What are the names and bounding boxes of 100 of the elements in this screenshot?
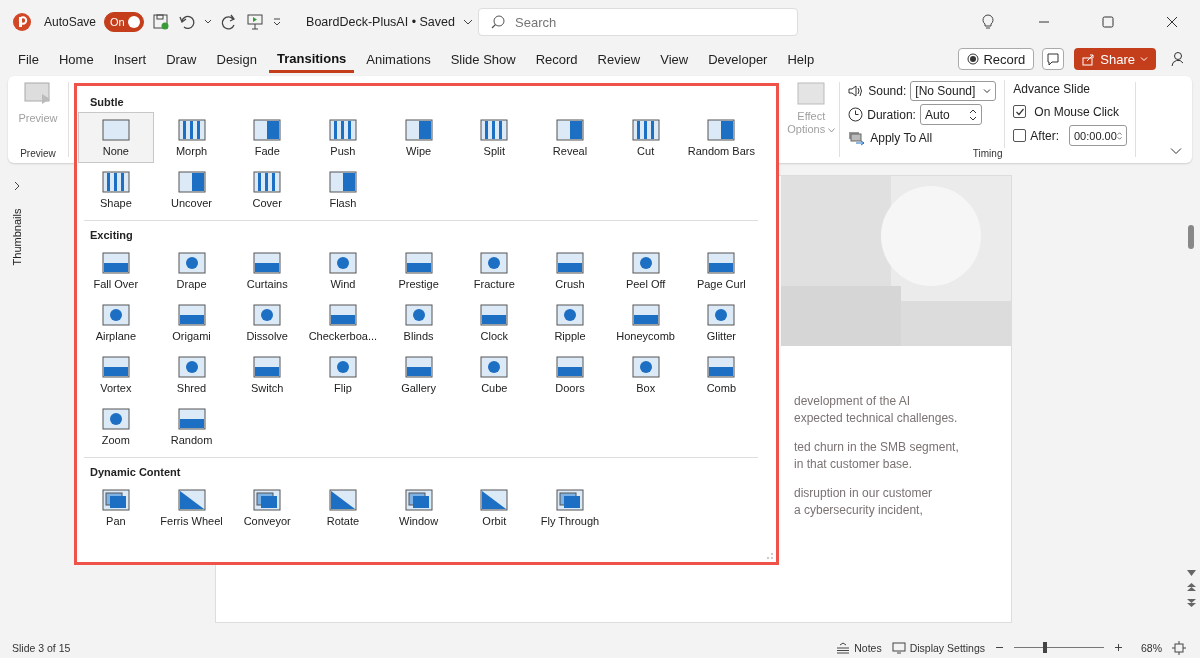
undo-icon[interactable]	[178, 13, 197, 31]
transition-option[interactable]: Ripple	[532, 297, 608, 348]
previous-slide-icon[interactable]	[1186, 583, 1196, 592]
transition-option[interactable]: Ferris Wheel	[153, 482, 230, 533]
slide-transition-icon	[631, 355, 660, 378]
menu-tab[interactable]: Slide Show	[442, 45, 524, 73]
transition-option[interactable]: Random Bars	[683, 112, 760, 163]
caret-icon[interactable]	[462, 17, 473, 27]
expand-icon[interactable]	[13, 181, 21, 191]
comments-button[interactable]	[1042, 48, 1065, 70]
transition-option[interactable]: Switch	[229, 349, 306, 400]
transition-option[interactable]: Comb	[683, 349, 760, 400]
transition-option[interactable]: Fall Over	[78, 245, 154, 296]
menu-tab[interactable]: Developer	[700, 45, 776, 73]
transition-option[interactable]: Pan	[78, 482, 154, 533]
transition-option[interactable]: Page Curl	[683, 245, 760, 296]
transition-option[interactable]: Prestige	[380, 245, 457, 296]
sound-dropdown[interactable]: [No Sound]	[910, 80, 997, 101]
record-button[interactable]: Record	[958, 48, 1035, 70]
slide-transition-icon	[480, 118, 509, 141]
transition-option[interactable]: Clock	[456, 297, 533, 348]
menu-tab[interactable]: File	[10, 45, 47, 73]
close-icon[interactable]	[1166, 16, 1178, 28]
menu-tab[interactable]: Review	[589, 45, 649, 73]
transition-option[interactable]: Peel Off	[607, 245, 684, 296]
save-icon[interactable]	[152, 13, 171, 31]
transition-option[interactable]: Fade	[229, 112, 306, 163]
transition-option[interactable]: Split	[456, 112, 533, 163]
autosave-toggle[interactable]: On	[104, 12, 145, 32]
transition-option[interactable]: Push	[305, 112, 381, 163]
transition-option[interactable]: Flip	[305, 349, 381, 400]
share-button[interactable]: Share	[1074, 48, 1156, 70]
transition-option[interactable]: Glitter	[683, 297, 760, 348]
transition-option[interactable]: Drape	[153, 245, 230, 296]
on-mouse-click-checkbox[interactable]: On Mouse Click	[1013, 101, 1127, 122]
menu-tab[interactable]: Animations	[358, 45, 439, 73]
transition-option[interactable]: None	[78, 112, 154, 163]
transition-option[interactable]: Fly Through	[532, 482, 608, 533]
thumbnails-pane-label[interactable]: Thumbnails	[11, 208, 23, 266]
zoom-in-icon[interactable]	[1114, 643, 1123, 652]
after-checkbox[interactable]: After:	[1013, 128, 1059, 143]
transition-option[interactable]: Box	[607, 349, 684, 400]
document-title[interactable]: BoardDeck-PlusAI • Saved	[306, 15, 455, 29]
transition-option[interactable]: Wipe	[380, 112, 457, 163]
transition-option[interactable]: Uncover	[153, 164, 230, 215]
resize-grip-icon[interactable]	[765, 551, 773, 559]
menu-tab[interactable]: View	[652, 45, 697, 73]
slide-transition-icon	[480, 488, 509, 511]
transition-option[interactable]: Blinds	[380, 297, 457, 348]
menu-tab[interactable]: Insert	[105, 45, 155, 73]
lightbulb-icon[interactable]	[980, 14, 996, 30]
presentation-icon[interactable]	[246, 13, 265, 31]
menu-tab[interactable]: Help	[779, 45, 823, 73]
menu-tab[interactable]: Draw	[158, 45, 205, 73]
transition-option[interactable]: Origami	[153, 297, 230, 348]
transition-option[interactable]: Flash	[305, 164, 381, 215]
transition-option[interactable]: Vortex	[78, 349, 154, 400]
transition-option[interactable]: Cube	[456, 349, 533, 400]
display-settings-button[interactable]: Display Settings	[891, 641, 985, 654]
transition-option[interactable]: Random	[153, 401, 230, 452]
transition-option[interactable]: Shape	[78, 164, 154, 215]
transition-option[interactable]: Wind	[305, 245, 381, 296]
transition-option[interactable]: Shred	[153, 349, 230, 400]
after-time-field[interactable]: 00:00.00	[1069, 125, 1127, 146]
scroll-down-icon[interactable]	[1186, 570, 1196, 577]
next-slide-icon[interactable]	[1186, 598, 1196, 607]
transition-option[interactable]: Dissolve	[229, 297, 306, 348]
caret-icon[interactable]	[204, 18, 213, 26]
duration-field[interactable]: Auto	[919, 104, 982, 125]
notes-button[interactable]: Notes	[836, 641, 882, 654]
scrollbar-thumb[interactable]	[1188, 225, 1194, 249]
transition-option[interactable]: Honeycomb	[607, 297, 684, 348]
transition-option[interactable]: Conveyor	[229, 482, 306, 533]
menu-tab[interactable]: Transitions	[268, 45, 355, 73]
transition-option[interactable]: Zoom	[78, 401, 154, 452]
customize-caret-icon[interactable]	[272, 17, 283, 27]
menu-tab[interactable]: Record	[527, 45, 586, 73]
zoom-percentage[interactable]: 68%	[1141, 641, 1162, 654]
transition-option[interactable]: Rotate	[305, 482, 381, 533]
transition-option[interactable]: Morph	[153, 112, 230, 163]
transition-option[interactable]: Cut	[607, 112, 684, 163]
transition-option[interactable]: Doors	[532, 349, 608, 400]
transition-option[interactable]: Cover	[229, 164, 306, 215]
spinner-icon[interactable]	[968, 107, 977, 122]
menu-tab[interactable]: Home	[50, 45, 102, 73]
collapse-ribbon-icon[interactable]	[1170, 147, 1182, 155]
transition-option[interactable]: Fracture	[456, 245, 533, 296]
search-field[interactable]: Search	[478, 8, 798, 36]
fit-slide-icon[interactable]	[1172, 640, 1186, 655]
transition-option[interactable]: Curtains	[229, 245, 306, 296]
transition-option[interactable]: Window	[380, 482, 457, 533]
menu-tab[interactable]: Design	[208, 45, 265, 73]
transition-option[interactable]: Reveal	[532, 112, 608, 163]
apply-to-all-button[interactable]: Apply To All	[848, 128, 997, 148]
transition-option[interactable]: Gallery	[380, 349, 457, 400]
transition-option[interactable]: Orbit	[456, 482, 533, 533]
transition-option[interactable]: Airplane	[78, 297, 154, 348]
transition-option[interactable]: Crush	[532, 245, 608, 296]
maximize-icon[interactable]	[1102, 16, 1114, 28]
transition-option[interactable]: Checkerboa...	[305, 297, 381, 348]
